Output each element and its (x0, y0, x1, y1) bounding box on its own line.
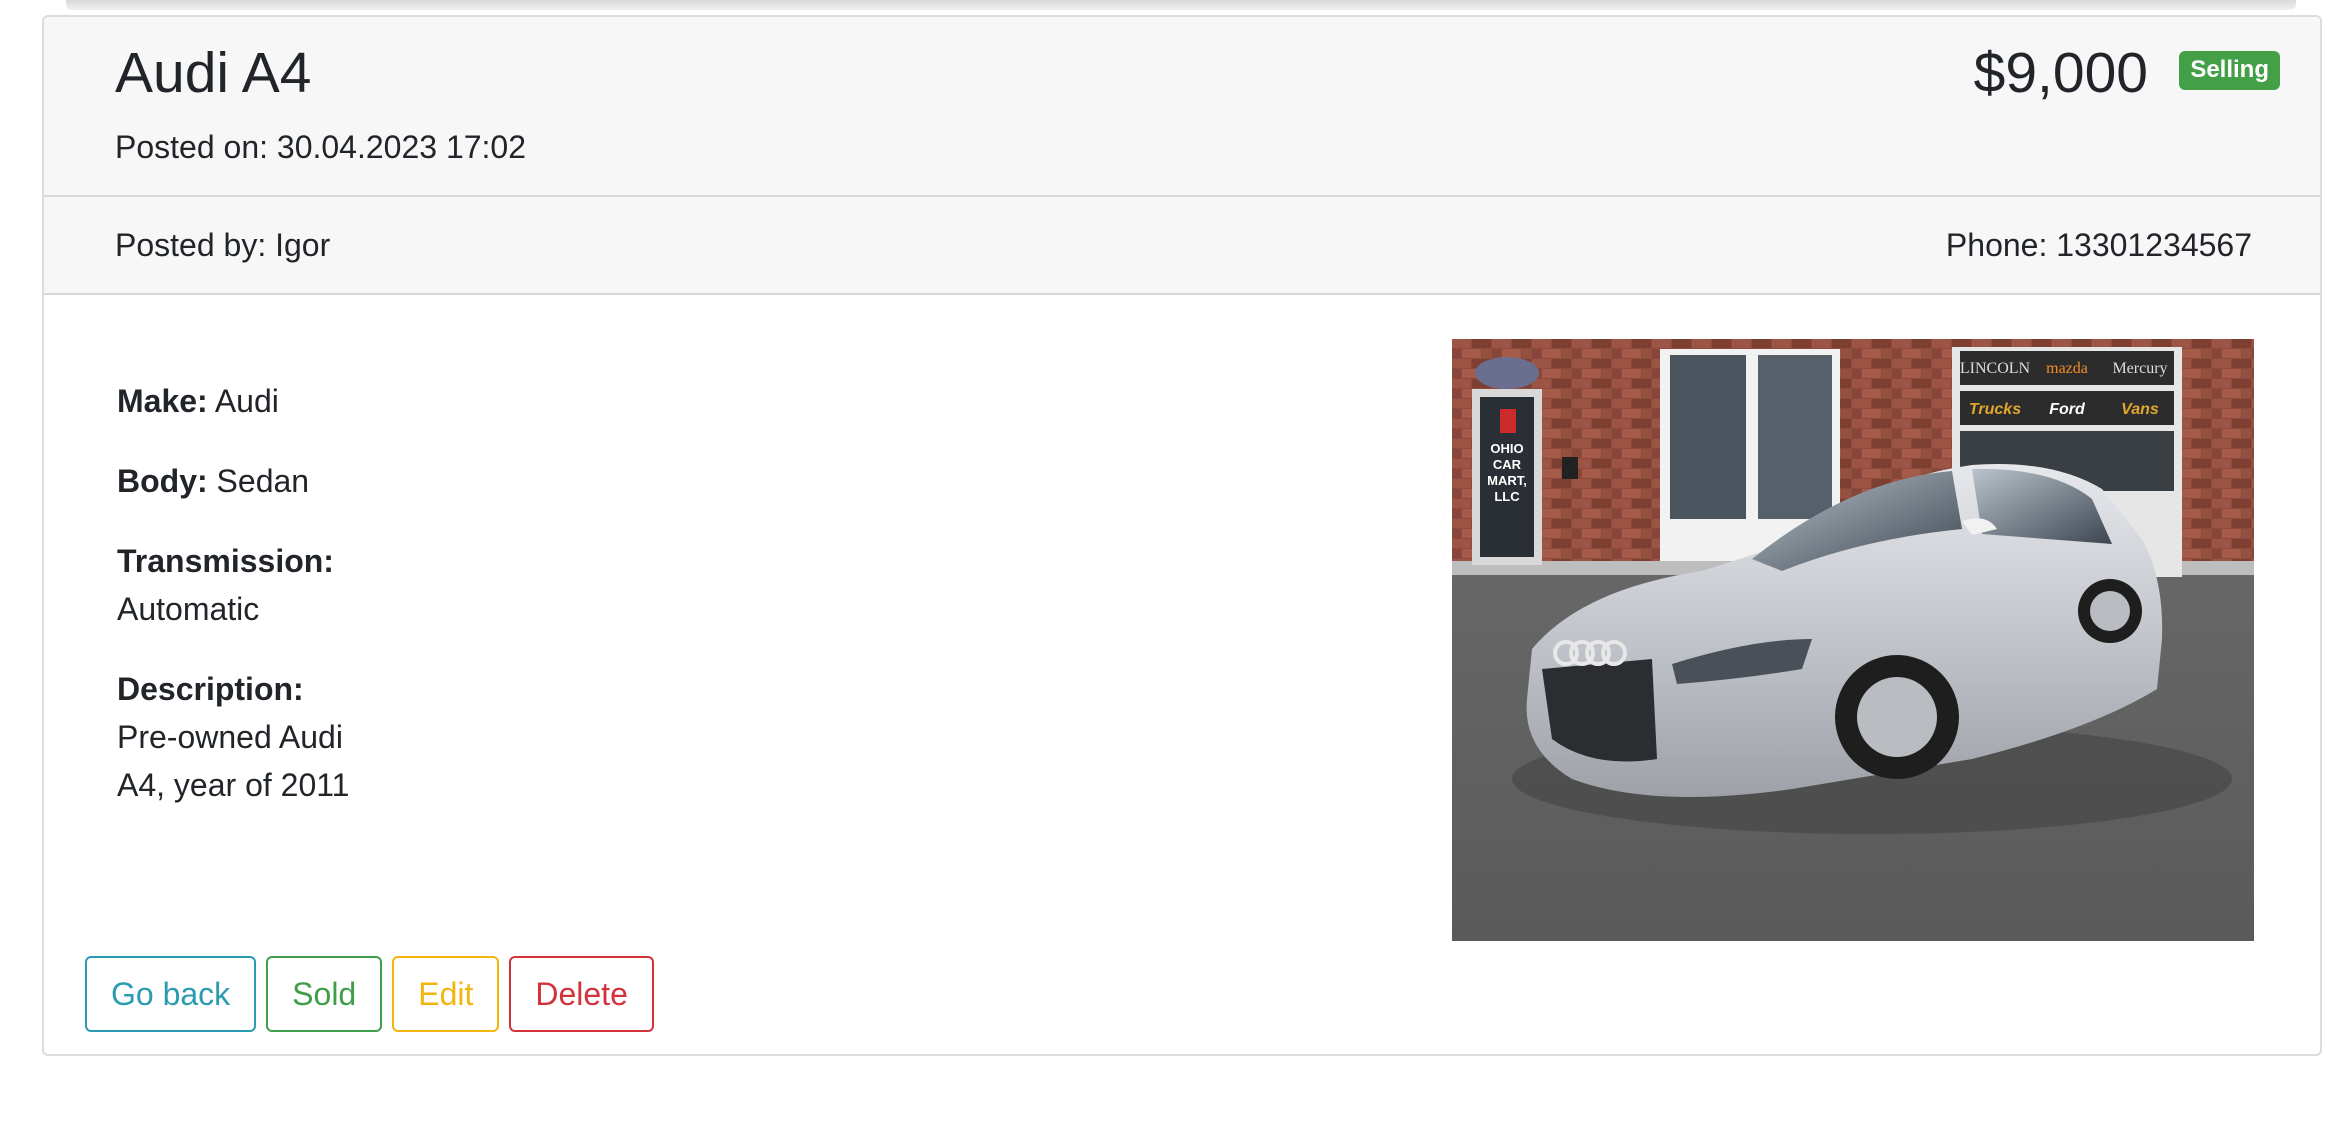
spec-label: Make: (117, 383, 208, 419)
spec-transmission: Transmission: Automatic (117, 537, 357, 633)
door-sign-line: LLC (1494, 489, 1520, 504)
window-brand: Mercury (2112, 360, 2167, 377)
door-sign-line: MART, (1487, 473, 1527, 488)
spec-description: Description: Pre-owned Audi A4, year of … (117, 665, 357, 809)
car-photo-illustration: OHIO CAR MART, LLC LINCOLN mazda Mercury… (1452, 339, 2254, 941)
spec-make: Make: Audi (117, 377, 357, 425)
listing-body: Make: Audi Body: Sedan Transmission: Aut… (44, 295, 2320, 1054)
spec-value: Sedan (216, 463, 310, 499)
spec-body: Body: Sedan (117, 457, 357, 505)
spec-value: Automatic (117, 591, 260, 627)
edit-button[interactable]: Edit (392, 956, 500, 1032)
door-sign-line: CAR (1493, 457, 1522, 472)
status-badge: Selling (2179, 51, 2280, 90)
action-buttons: Go back Sold Edit Delete (85, 956, 654, 1032)
window-brand: LINCOLN (1960, 360, 2031, 377)
window-word: Ford (2049, 401, 2086, 418)
store-door: OHIO CAR MART, LLC (1472, 389, 1542, 565)
listing-price: $9,000 (1973, 41, 2148, 105)
spec-value: Pre-owned Audi A4, year of 2011 (117, 719, 350, 803)
seller-phone: Phone: 13301234567 (1945, 227, 2252, 263)
spec-value: Audi (214, 383, 279, 419)
car-photo: OHIO CAR MART, LLC LINCOLN mazda Mercury… (1452, 339, 2254, 941)
listing-header: Audi A4 Posted on: 30.04.2023 17:02 $9,0… (44, 17, 2320, 197)
listing-card: Audi A4 Posted on: 30.04.2023 17:02 $9,0… (42, 15, 2322, 1056)
window-brand: mazda (2046, 360, 2088, 377)
spec-label: Description: (117, 671, 304, 707)
go-back-button[interactable]: Go back (85, 956, 257, 1032)
previous-card-edge (66, 0, 2296, 10)
window-word: Trucks (1969, 401, 2021, 418)
oval-sign (1475, 357, 1539, 389)
sold-button[interactable]: Sold (266, 956, 383, 1032)
posted-by: Posted by: Igor (115, 227, 331, 263)
spec-list: Make: Audi Body: Sedan Transmission: Aut… (117, 377, 357, 841)
listing-title: Audi A4 (115, 41, 312, 105)
door-sign-line: OHIO (1490, 441, 1523, 456)
spec-label: Body: (117, 463, 208, 499)
spec-label: Transmission: (117, 543, 334, 579)
posted-on-date: Posted on: 30.04.2023 17:02 (115, 129, 527, 165)
wall-box (1562, 457, 1578, 479)
delete-button[interactable]: Delete (509, 956, 654, 1032)
seller-info-bar: Posted by: Igor Phone: 13301234567 (44, 197, 2320, 295)
window-word: Vans (2121, 401, 2159, 418)
